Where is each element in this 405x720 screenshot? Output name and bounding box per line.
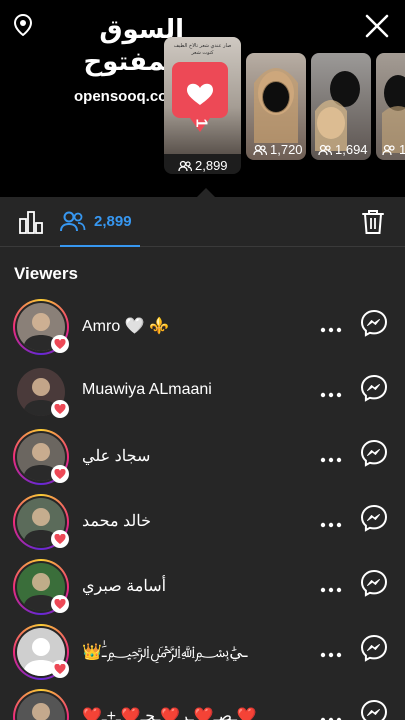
location-pin-icon <box>14 14 32 36</box>
story-viewer-count-text: 2,899 <box>195 158 228 173</box>
insights-chart-icon[interactable] <box>18 209 44 235</box>
story-viewer-count-text: 1,694 <box>335 142 368 157</box>
people-icon <box>253 144 267 155</box>
liked-heart-icon <box>51 660 69 678</box>
story-viewer-count-text: 1, <box>399 142 405 157</box>
viewer-count: 2,899 <box>94 212 132 230</box>
likes-badge-count: 1 <box>192 118 210 128</box>
more-options-icon[interactable] <box>320 513 342 529</box>
more-options-icon[interactable] <box>320 383 342 399</box>
tab-viewers[interactable]: 2,899 <box>60 197 140 247</box>
messenger-icon[interactable] <box>360 504 388 532</box>
messenger-icon[interactable] <box>360 309 388 337</box>
avatar[interactable] <box>13 364 69 420</box>
liked-heart-icon <box>51 335 69 353</box>
viewer-username[interactable]: 👑ـيَٰ﷽ـَٰ <box>82 641 247 668</box>
story-viewer-count: 1,720 <box>253 142 303 157</box>
logo-arabic-text: السوق المفتوح <box>83 15 185 77</box>
liked-heart-icon <box>51 530 69 548</box>
viewers-heading: Viewers <box>14 264 78 283</box>
viewer-row[interactable]: سجاد علي <box>0 426 405 491</box>
viewer-row[interactable]: أسامة صبري <box>0 556 405 621</box>
active-story-pointer <box>196 188 216 197</box>
avatar[interactable] <box>13 624 69 680</box>
profile-picture <box>17 693 65 720</box>
messenger-icon[interactable] <box>360 374 388 402</box>
close-icon[interactable] <box>363 12 391 40</box>
viewer-row[interactable]: Amro 🤍 ⚜️ <box>0 296 405 361</box>
story-ring <box>13 689 69 720</box>
story-strip: السوق المفتوح opensooq.com صار عندي شعر … <box>0 0 405 197</box>
story-viewer-count: 1,694 <box>318 142 368 157</box>
messenger-icon[interactable] <box>360 699 388 720</box>
messenger-icon[interactable] <box>360 634 388 662</box>
avatar[interactable] <box>13 299 69 355</box>
trash-icon[interactable] <box>361 209 385 235</box>
story-viewer-count-text: 1,720 <box>270 142 303 157</box>
more-options-icon[interactable] <box>320 643 342 659</box>
viewer-username[interactable]: Amro 🤍 ⚜️ <box>82 316 169 336</box>
messenger-icon[interactable] <box>360 569 388 597</box>
liked-heart-icon <box>51 595 69 613</box>
avatar[interactable] <box>13 559 69 615</box>
viewer-username[interactable]: Muawiya ALmaani <box>82 381 212 399</box>
viewer-row[interactable]: خالد محمد <box>0 491 405 556</box>
more-options-icon[interactable] <box>320 708 342 720</box>
people-icon <box>318 144 332 155</box>
viewer-toolbar: 2,899 <box>0 197 405 247</box>
viewer-row[interactable]: 👑ـيَٰ﷽ـَٰ <box>0 621 405 686</box>
story-viewer-count: 1, <box>382 142 405 157</box>
avatar[interactable] <box>13 689 69 720</box>
likes-badge-icon <box>172 62 228 132</box>
story-caption: صار عندي شعر تالاخ الطيف كتوت شعر <box>173 43 232 56</box>
avatar[interactable] <box>13 429 69 485</box>
people-icon <box>60 211 86 232</box>
viewer-username[interactable]: سجاد علي <box>82 446 150 466</box>
liked-heart-icon <box>51 465 69 483</box>
messenger-icon[interactable] <box>360 439 388 467</box>
viewer-username[interactable]: أسامة صبري <box>82 576 166 596</box>
viewer-row[interactable]: Muawiya ALmaani <box>0 361 405 426</box>
viewer-row[interactable]: ❤️ـصـ❤️ـر❤️ـحـ❤️ـ+ـ❤️ <box>0 686 405 720</box>
people-icon <box>382 144 395 155</box>
story-viewer-count-active: 2,899 <box>178 158 228 173</box>
viewer-username[interactable]: خالد محمد <box>82 511 151 531</box>
more-options-icon[interactable] <box>320 578 342 594</box>
more-options-icon[interactable] <box>320 448 342 464</box>
avatar[interactable] <box>13 494 69 550</box>
viewer-username[interactable]: ❤️ـصـ❤️ـر❤️ـحـ❤️ـ+ـ❤️ <box>82 706 257 720</box>
opensooq-logo: السوق المفتوح opensooq.com <box>14 14 185 105</box>
liked-heart-icon <box>51 400 69 418</box>
people-icon <box>178 160 192 171</box>
more-options-icon[interactable] <box>320 318 342 334</box>
